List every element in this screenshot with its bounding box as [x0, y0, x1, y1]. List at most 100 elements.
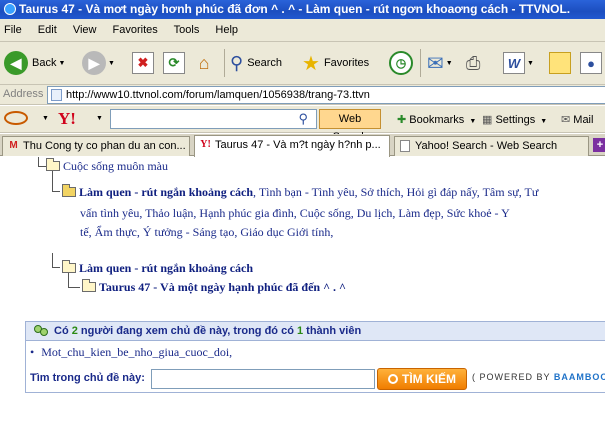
search-icon — [388, 374, 398, 384]
envelope-icon: ✉ — [561, 114, 571, 126]
find-button[interactable]: TÌM KIẾM — [377, 368, 467, 390]
tab-taurus[interactable]: Y! Taurus 47 - Và m?t ngày h?nh p... — [194, 135, 390, 157]
standard-toolbar: ◀ Back ▼ ▶ ▼ ✖ ⟳ ⌂ ⚲ Search ★ Favorites … — [0, 42, 605, 85]
menu-view[interactable]: View — [73, 24, 97, 36]
settings-icon: ▦ — [482, 114, 493, 126]
ie-logo-icon — [4, 3, 16, 15]
note-icon — [549, 52, 571, 74]
web-search-button[interactable]: Web Search — [319, 109, 381, 143]
topic-link[interactable]: Taurus 47 - Và một ngày hạnh phúc đã đến… — [99, 280, 346, 294]
viewers-members: 1 — [296, 325, 304, 337]
yahoo-toolbar: ▼ Y! ▼ ⚲ Web Search ✚ Bookmarks ▼ ▦ Sett… — [0, 106, 605, 143]
bookmarks-button[interactable]: ✚ Bookmarks ▼ — [397, 113, 476, 126]
history-button[interactable]: ◷ — [389, 49, 413, 77]
viewers-middle: người đang xem chủ đề này, trong đó có — [80, 325, 294, 337]
star-icon: ★ — [302, 52, 320, 75]
find-button-label: TÌM KIẾM — [402, 372, 456, 386]
root-label[interactable]: Cuộc sống muôn màu — [63, 159, 168, 173]
gmail-icon: M — [9, 140, 18, 151]
baamboo-logo[interactable]: BAAMBOO — [554, 372, 605, 382]
viewers-count: 2 — [71, 325, 78, 337]
address-label: Address — [3, 88, 44, 100]
messenger-button[interactable]: ● — [580, 49, 602, 77]
bookmarks-label: Bookmarks — [409, 114, 465, 126]
page-icon — [400, 140, 410, 152]
toolbar-separator — [420, 49, 421, 77]
mail-label: Mail — [573, 114, 594, 126]
tab-label: Yahoo! Search - Web Search — [415, 140, 558, 152]
menu-favorites[interactable]: Favorites — [113, 24, 158, 36]
find-input[interactable] — [151, 369, 375, 389]
tab-label: Taurus 47 - Và m?t ngày h?nh p... — [215, 139, 381, 151]
forward-button[interactable]: ▶ ▼ — [82, 49, 115, 77]
tree-line — [38, 157, 39, 166]
forward-dropdown-icon[interactable]: ▼ — [108, 60, 115, 67]
home-button[interactable]: ⌂ — [193, 49, 215, 77]
discuss-button[interactable] — [549, 49, 571, 77]
mail-button[interactable]: ✉ ▼ — [427, 49, 453, 77]
back-button[interactable]: ◀ Back ▼ — [4, 49, 65, 77]
tree-line — [52, 253, 53, 267]
viewers-box: Có 2 người đang xem chủ đề này, trong đó… — [25, 321, 605, 393]
tab-gmail[interactable]: M Thu Cong ty co phan du an con... — [2, 136, 190, 156]
breadcrumb-forum: Làm quen - rút ngắn khoảng cách — [62, 260, 253, 276]
category-desc-2: vấn tình yêu, Thảo luận, Hạnh phúc gia đ… — [80, 206, 510, 220]
history-icon: ◷ — [389, 51, 413, 75]
tree-line — [52, 267, 60, 268]
tree-line — [52, 191, 60, 192]
menu-edit[interactable]: Edit — [38, 24, 57, 36]
mail-link[interactable]: ✉ Mail — [561, 113, 593, 126]
new-tab-button[interactable]: + — [593, 138, 605, 152]
bullet-icon: • — [30, 345, 35, 359]
tab-yahoo-search[interactable]: Yahoo! Search - Web Search — [394, 136, 589, 156]
folder-icon — [62, 184, 76, 197]
viewers-suffix: thành viên — [306, 325, 362, 337]
yahoo-search-input[interactable]: ⚲ — [110, 109, 317, 129]
mail-dropdown-icon[interactable]: ▼ — [446, 60, 453, 67]
powered-by: ( POWERED BY BAAMBOO — [472, 372, 605, 382]
search-icon: ⚲ — [230, 52, 244, 73]
settings-dropdown-icon: ▼ — [540, 118, 548, 125]
page-content: Cuộc sống muôn màu Làm quen - rút ngắn k… — [0, 157, 605, 429]
breadcrumb-topic: Taurus 47 - Và một ngày hạnh phúc đã đến… — [82, 279, 346, 295]
search-button[interactable]: ⚲ Search — [230, 49, 282, 77]
eye-button[interactable] — [4, 109, 34, 129]
window-title: Taurus 47 - Và mơt ngày hơnh phúc đã đơn… — [19, 2, 571, 16]
menu-help[interactable]: Help — [215, 24, 238, 36]
settings-label: Settings — [495, 114, 536, 126]
toolbar-separator — [224, 49, 225, 77]
tree-root: Cuộc sống muôn màu — [46, 158, 168, 174]
menu-file[interactable]: File — [4, 24, 22, 36]
member-sep: , — [229, 345, 233, 359]
favorites-button[interactable]: ★ Favorites — [302, 49, 369, 77]
viewers-prefix: Có — [54, 325, 69, 337]
window-title-bar: Taurus 47 - Và mơt ngày hơnh phúc đã đơn… — [0, 0, 605, 19]
category-row: Làm quen - rút ngắn khoảng cách, Tình bạ… — [62, 184, 538, 200]
yahoo-logo-icon[interactable]: Y! — [58, 109, 76, 129]
address-url: http://www10.ttvnol.com/forum/lamquen/10… — [66, 89, 370, 101]
back-dropdown-icon[interactable]: ▼ — [58, 60, 65, 67]
find-label: Tìm trong chủ đề này: — [30, 372, 145, 384]
category-desc-3: tế, Ẩm thực, Ý tưởng - Sáng tạo, Giáo dụ… — [80, 225, 334, 239]
category-link[interactable]: Làm quen - rút ngắn khoảng cách — [79, 185, 253, 199]
menu-tools[interactable]: Tools — [174, 24, 200, 36]
eye-icon — [4, 111, 28, 125]
address-input[interactable]: http://www10.ttvnol.com/forum/lamquen/10… — [47, 86, 605, 104]
eye-dropdown-icon[interactable]: ▼ — [42, 115, 49, 122]
forum-link[interactable]: Làm quen - rút ngắn khoảng cách — [79, 261, 253, 275]
settings-button[interactable]: ▦ Settings ▼ — [482, 113, 547, 126]
print-button[interactable]: ⎙ — [466, 49, 480, 77]
messenger-icon: ● — [580, 52, 602, 74]
word-icon: W — [503, 52, 525, 74]
edit-button[interactable]: W ▼ — [503, 49, 534, 77]
stop-icon: ✖ — [132, 52, 154, 74]
address-bar: Address http://www10.ttvnol.com/forum/la… — [0, 85, 605, 105]
stop-button[interactable]: ✖ — [132, 49, 154, 77]
member-list: • Mot_chu_kien_be_nho_giua_cuoc_doi, — [30, 345, 232, 360]
tree-line — [38, 166, 46, 167]
search-icon: ⚲ — [298, 111, 308, 126]
refresh-button[interactable]: ⟳ — [163, 49, 185, 77]
member-link[interactable]: Mot_chu_kien_be_nho_giua_cuoc_doi — [41, 345, 229, 359]
edit-dropdown-icon[interactable]: ▼ — [527, 60, 534, 67]
yahoo-dropdown-icon[interactable]: ▼ — [96, 115, 103, 122]
